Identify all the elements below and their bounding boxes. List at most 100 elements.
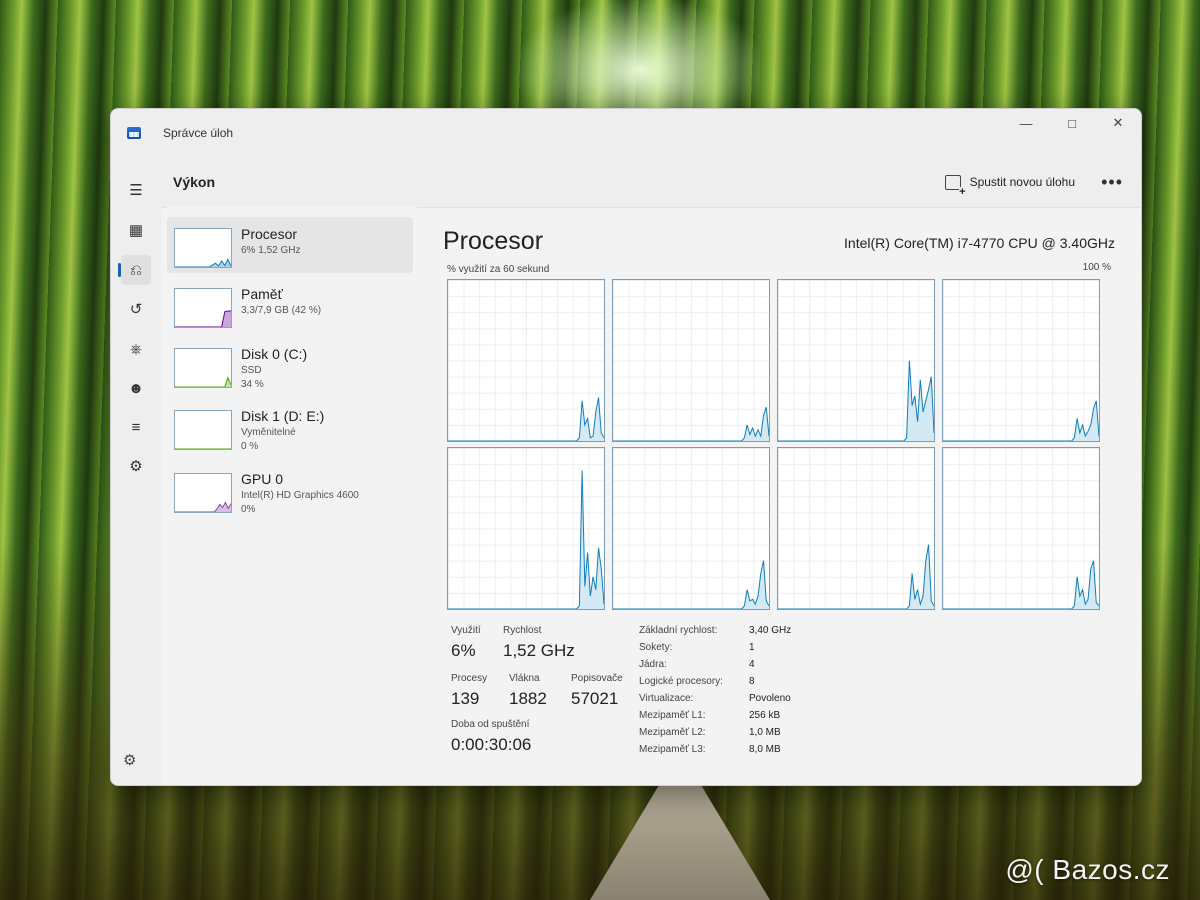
device-thumbnail <box>174 348 232 388</box>
window-controls: — □ ✕ <box>1003 109 1141 137</box>
uptime-value: 0:00:30:06 <box>451 735 532 754</box>
cpu-core-graph <box>612 447 770 610</box>
cpu-core-svg <box>778 544 934 609</box>
background-path <box>590 780 770 900</box>
history-icon[interactable]: ↺ <box>121 294 151 324</box>
detail-value: 1,0 MB <box>749 727 781 738</box>
cpu-core-graph <box>777 279 935 442</box>
thumbnail-line <box>175 310 231 327</box>
cpu-core-graph <box>942 447 1100 610</box>
cpu-core-graph <box>942 279 1100 442</box>
cpu-core-area <box>613 560 769 609</box>
detail-value: 1 <box>749 642 755 653</box>
cpu-core-area <box>778 544 934 609</box>
cpu-core-svg <box>448 397 604 441</box>
cpu-core-graph <box>612 279 770 442</box>
device-detail: 6% 1,52 GHz <box>241 245 301 256</box>
util-value: 6% <box>451 641 476 660</box>
cpu-core-svg <box>613 407 769 441</box>
cpu-core-graph <box>447 279 605 442</box>
handles-label: Popisovače <box>571 673 623 684</box>
performance-icon[interactable]: ⎌ <box>118 255 151 285</box>
processes-icon[interactable]: ▦ <box>121 215 151 245</box>
device-thumbnail <box>174 288 232 328</box>
util-graph-label: % využití za 60 sekund <box>447 264 550 275</box>
device-thumbnail <box>174 473 232 513</box>
uptime-label: Doba od spuštění <box>451 719 530 730</box>
details-icon[interactable]: ≡ <box>121 412 151 442</box>
device-item-cpu[interactable]: Procesor 6% 1,52 GHz <box>167 217 413 273</box>
device-name: Disk 0 (C:) <box>241 346 308 362</box>
detail-value: 8,0 MB <box>749 744 781 755</box>
device-name: GPU 0 <box>241 471 284 487</box>
cpu-core-area <box>613 407 769 441</box>
util-label: Využití <box>451 625 481 636</box>
device-name: Paměť <box>241 286 283 302</box>
detail-value: 4 <box>749 659 755 670</box>
device-detail: 3,3/7,9 GB (42 %) <box>241 305 322 316</box>
cpu-core-svg <box>943 400 1099 441</box>
processes-label: Procesy <box>451 673 488 684</box>
threads-value: 1882 <box>509 689 547 708</box>
device-detail-2: 0 % <box>241 441 259 452</box>
util-graph-max: 100 % <box>1082 262 1111 273</box>
detail-key: Mezipaměť L2: <box>639 727 706 738</box>
handles-value: 57021 <box>571 689 619 708</box>
cpu-core-area <box>943 400 1099 441</box>
device-item-gpu0[interactable]: GPU 0 Intel(R) HD Graphics 4600 0% <box>167 462 413 518</box>
cpu-core-graph <box>447 447 605 610</box>
detail-value: 3,40 GHz <box>749 625 792 636</box>
detail-key: Mezipaměť L1: <box>639 710 706 721</box>
detail-key: Základní rychlost: <box>639 625 718 636</box>
cpu-core-svg <box>778 360 934 441</box>
detail-key: Logické procesory: <box>639 676 723 687</box>
device-item-disk0[interactable]: Disk 0 (C:) SSD 34 % <box>167 337 413 393</box>
cpu-graph-grid <box>447 279 1109 610</box>
thumbnail-fill <box>175 377 231 387</box>
minimize-icon[interactable]: — <box>1003 109 1049 137</box>
device-thumbnail <box>174 410 232 450</box>
device-detail-2: 0% <box>241 504 256 515</box>
watermark: @( Bazos.cz <box>1005 854 1170 885</box>
maximize-icon[interactable]: □ <box>1049 109 1095 137</box>
run-new-task-button[interactable]: Spustit novou úlohu <box>944 174 1075 197</box>
threads-label: Vlákna <box>509 673 540 684</box>
services-icon[interactable]: ⚙ <box>121 451 151 481</box>
detail-value: Povoleno <box>749 693 791 704</box>
detail-key: Mezipaměť L3: <box>639 744 706 755</box>
device-name: Procesor <box>241 226 298 242</box>
cpu-core-svg <box>448 470 604 609</box>
section-title: Výkon <box>173 174 216 190</box>
page-title: Procesor <box>443 227 544 255</box>
detail-key: Sokety: <box>639 642 673 653</box>
device-item-disk1[interactable]: Disk 1 (D: E:) Vyměnitelné 0 % <box>167 399 413 455</box>
startup-icon[interactable]: ⎈ <box>121 334 151 364</box>
cpu-core-svg <box>943 560 1099 609</box>
device-detail: Vyměnitelné <box>241 427 296 438</box>
processes-value: 139 <box>451 689 480 708</box>
task-manager-window: Správce úloh — □ ✕ Výkon Spustit novou ú… <box>110 108 1142 786</box>
detail-key: Jádra: <box>639 659 667 670</box>
speed-value: 1,52 GHz <box>503 641 575 660</box>
device-list: Procesor 6% 1,52 GHz Paměť 3,3/7,9 GB (4… <box>167 207 417 785</box>
thumbnail-fill <box>175 259 231 267</box>
close-icon[interactable]: ✕ <box>1095 109 1141 137</box>
more-options-icon[interactable]: ••• <box>1101 172 1123 193</box>
detail-value: 8 <box>749 676 755 687</box>
task-manager-icon <box>127 127 141 139</box>
device-detail-2: 34 % <box>241 379 264 390</box>
run-new-task-label: Spustit novou úlohu <box>969 175 1075 189</box>
device-name: Disk 1 (D: E:) <box>241 408 325 424</box>
users-icon[interactable]: ☻ <box>121 373 151 403</box>
cpu-core-area <box>943 560 1099 609</box>
device-item-memory[interactable]: Paměť 3,3/7,9 GB (42 %) <box>167 277 413 333</box>
title-bar[interactable]: Správce úloh — □ ✕ <box>111 109 1141 157</box>
detail-key: Virtualizace: <box>639 693 694 704</box>
menu-icon[interactable]: ☰ <box>121 175 151 205</box>
thumbnail-line <box>175 376 231 387</box>
cpu-core-graph <box>777 447 935 610</box>
device-thumbnail <box>174 228 232 268</box>
settings-icon[interactable]: ⚙ <box>123 751 136 769</box>
device-detail: SSD <box>241 365 262 376</box>
page-header: Výkon Spustit novou úlohu ••• <box>111 157 1141 208</box>
